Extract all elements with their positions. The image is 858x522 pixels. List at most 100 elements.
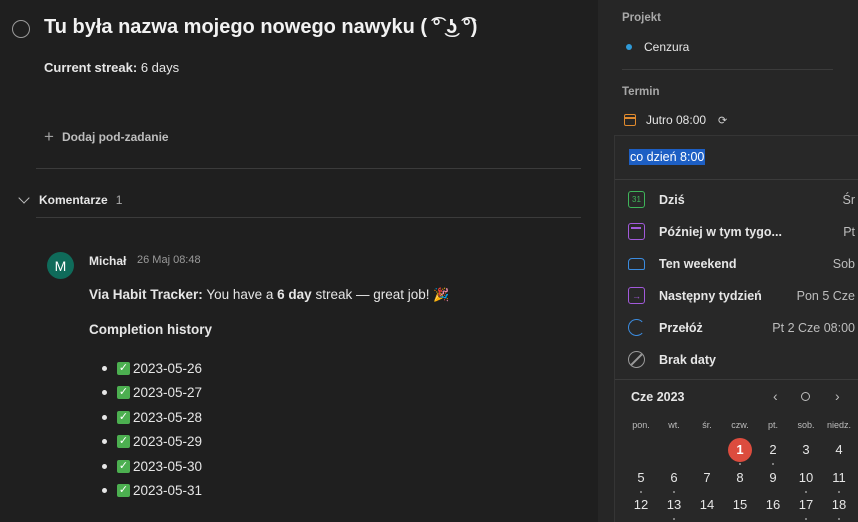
option-label: Przełóż	[659, 321, 703, 335]
comment-timestamp: 26 Maj 08:48	[137, 254, 201, 266]
option-hint: Pt 2 Cze 08:00	[772, 321, 855, 335]
calendar-icon	[624, 114, 636, 126]
weekday-label: niedz.	[826, 420, 852, 430]
check-mark-icon: ✓	[117, 484, 130, 498]
divider	[36, 217, 581, 218]
option-hint: Sob	[832, 257, 855, 271]
comment-streak-days: 6 day	[277, 287, 312, 302]
comments-toggle[interactable]: Komentarze 1	[18, 191, 123, 207]
history-list: ✓ 2023-05-26 ✓ 2023-05-27 ✓ 2023-05-28 ✓ 202…	[102, 356, 203, 504]
divider	[615, 179, 858, 180]
divider	[36, 168, 581, 169]
divider	[622, 69, 833, 70]
check-mark-icon: ✓	[117, 435, 130, 449]
option-label: Następny tydzień	[659, 289, 762, 303]
option-hint: Pt	[843, 225, 855, 239]
calendar-day[interactable]: 11	[823, 466, 855, 493]
streak-text: Current streak: 6 days	[44, 60, 179, 75]
recurring-icon: ⟳	[718, 114, 728, 127]
calendar-day[interactable]: 14	[691, 493, 723, 517]
option-reschedule[interactable]: Przełóż Pt 2 Cze 08:00	[615, 312, 858, 344]
calendar-day[interactable]: 7	[691, 466, 723, 490]
option-no-date[interactable]: Brak daty	[615, 344, 858, 376]
comment-text: Via Habit Tracker: You have a 6 day stre…	[89, 287, 449, 303]
history-date: 2023-05-29	[133, 434, 203, 450]
calendar-next-icon: →	[628, 287, 645, 304]
history-title: Completion history	[89, 322, 213, 337]
due-label: Termin	[622, 86, 660, 98]
option-label: Później w tym tygo...	[659, 225, 782, 239]
no-date-icon	[628, 351, 645, 368]
today-circle-icon[interactable]	[801, 392, 810, 401]
avatar: M	[47, 252, 74, 279]
calendar-day[interactable]: 8	[724, 466, 756, 490]
history-date: 2023-05-31	[133, 483, 203, 499]
calendar-day[interactable]: 4	[823, 438, 855, 462]
history-date: 2023-05-30	[133, 458, 203, 474]
streak-label: Current streak:	[44, 60, 138, 75]
add-subtask-label: Dodaj pod-zadanie	[61, 130, 169, 144]
calendar-day[interactable]: 16	[757, 493, 789, 517]
streak-value: 6 days	[140, 60, 180, 75]
calendar-day[interactable]: 12	[625, 493, 657, 517]
complete-task-checkbox[interactable]	[12, 20, 30, 38]
check-mark-icon: ✓	[117, 410, 130, 424]
project-color-dot-icon	[626, 44, 632, 50]
date-input[interactable]: co dzień 8:00	[629, 149, 706, 165]
task-title[interactable]: Tu była nazwa mojego nowego nawyku ( ͡° …	[44, 16, 477, 39]
task-detail-panel: Tu była nazwa mojego nowego nawyku ( ͡° …	[0, 0, 598, 522]
list-item: ✓ 2023-05-31	[102, 479, 203, 504]
project-label: Projekt	[622, 12, 661, 24]
check-mark-icon: ✓	[117, 386, 130, 400]
weekday-label: pon.	[632, 420, 650, 430]
comment-text-before: You have a	[206, 287, 274, 302]
chevron-left-icon[interactable]: ‹	[773, 388, 778, 404]
calendar-later-icon	[628, 223, 645, 240]
plus-icon: +	[44, 127, 54, 146]
weekday-label: sob.	[797, 420, 815, 430]
calendar-day[interactable]: 15	[724, 493, 756, 517]
calendar-month: Cze 2023	[631, 390, 685, 404]
weekday-label: czw.	[731, 420, 749, 430]
option-today[interactable]: 31 Dziś Śr	[615, 184, 858, 216]
option-hint: Śr	[842, 193, 856, 207]
history-date: 2023-05-27	[133, 385, 203, 401]
chevron-right-icon[interactable]: ›	[835, 388, 840, 404]
project-selector[interactable]: Cenzura	[626, 40, 689, 54]
history-date: 2023-05-28	[133, 409, 203, 425]
add-subtask-button[interactable]: + Dodaj pod-zadanie	[44, 127, 169, 146]
calendar-day[interactable]: 10	[790, 466, 822, 493]
calendar-day[interactable]: 2	[757, 438, 789, 465]
calendar-day-today[interactable]: 1	[724, 438, 756, 465]
option-hint: Pon 5 Cze	[796, 289, 855, 303]
project-name: Cenzura	[644, 40, 690, 54]
calendar-day[interactable]: 17	[790, 493, 822, 520]
option-later-this-week[interactable]: Później w tym tygo... Pt	[615, 216, 858, 248]
weekday-label: śr.	[702, 420, 712, 430]
due-date-button[interactable]: Jutro 08:00 ⟳	[624, 113, 727, 127]
calendar-day[interactable]: 6	[658, 466, 690, 493]
calendar-day[interactable]: 18	[823, 493, 855, 520]
party-popper-icon: 🎉	[433, 287, 450, 302]
comment-author: Michał	[89, 254, 127, 268]
list-item: ✓ 2023-05-27	[102, 381, 203, 406]
option-this-weekend[interactable]: Ten weekend Sob	[615, 248, 858, 280]
calendar-day[interactable]: 13	[658, 493, 690, 520]
check-mark-icon: ✓	[117, 459, 130, 473]
option-label: Dziś	[659, 193, 685, 207]
list-item: ✓ 2023-05-26	[102, 356, 202, 381]
calendar-day[interactable]: 5	[625, 466, 657, 493]
calendar-day[interactable]: 3	[790, 438, 822, 462]
list-item: ✓ 2023-05-29	[102, 430, 203, 455]
calendar-today-icon: 31	[628, 191, 645, 208]
weekday-label: pt.	[767, 420, 778, 430]
date-picker-popup: co dzień 8:00 31 Dziś Śr Później w tym t…	[614, 135, 858, 522]
calendar-day[interactable]: 9	[757, 466, 789, 490]
option-label: Brak daty	[659, 353, 716, 367]
comments-label: Komentarze	[39, 193, 108, 207]
option-next-week[interactable]: → Następny tydzień Pon 5 Cze	[615, 280, 858, 312]
reschedule-icon	[628, 319, 645, 336]
weekday-label: wt.	[668, 420, 680, 430]
comments-count: 1	[115, 193, 123, 207]
divider	[615, 379, 858, 380]
